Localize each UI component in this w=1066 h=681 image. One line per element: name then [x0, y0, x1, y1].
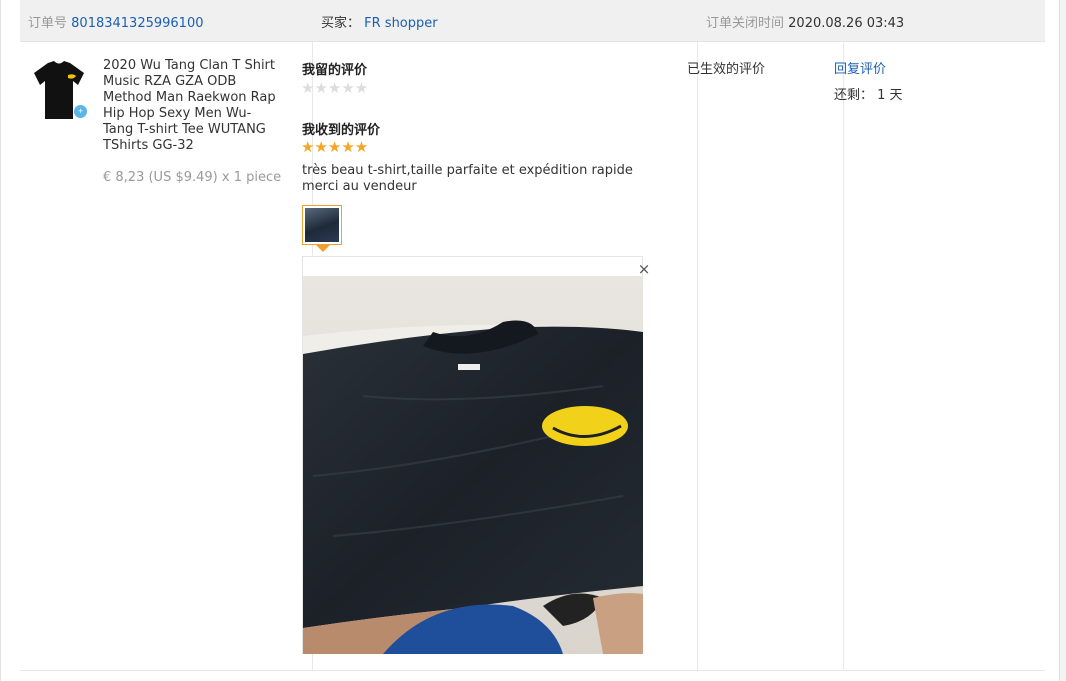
- remaining-time: 还剩： 1 天: [834, 88, 903, 103]
- feedback-page: 订单号 8018341325996100 买家： FR shopper 订单关闭…: [0, 0, 1066, 681]
- buyer-group: 买家： FR shopper: [321, 12, 438, 31]
- order-number-label: 订单号: [28, 16, 68, 31]
- my-feedback-heading: 我留的评价: [302, 63, 368, 78]
- product-price: € 8,23 (US $9.49) x 1 piece: [103, 170, 282, 185]
- scrollbar-track[interactable]: [1059, 0, 1066, 681]
- order-closed-group: 订单关闭时间 2020.08.26 03:43: [706, 12, 904, 31]
- received-rating-stars: ★★★★★: [301, 138, 369, 156]
- order-header: 订单号 8018341325996100 买家： FR shopper 订单关闭…: [20, 0, 1045, 42]
- thumbnail-pointer-icon: [316, 245, 330, 252]
- reply-feedback-link[interactable]: 回复评价: [834, 58, 886, 77]
- review-photo-image[interactable]: [303, 276, 643, 654]
- received-feedback-heading: 我收到的评价: [302, 123, 381, 138]
- frame-border-left: [0, 0, 1, 681]
- row-bottom-border: [20, 670, 1045, 671]
- order-closed-time: 2020.08.26 03:43: [788, 16, 905, 31]
- order-number-link[interactable]: 8018341325996100: [71, 16, 203, 31]
- product-title[interactable]: 2020 Wu Tang Clan T Shirt Music RZA GZA …: [103, 58, 278, 154]
- buyer-label: 买家：: [321, 16, 361, 31]
- review-text: très beau t-shirt,taille parfaite et exp…: [302, 163, 633, 194]
- order-closed-label: 订单关闭时间: [706, 16, 785, 31]
- my-rating-stars: ★★★★★: [301, 79, 369, 97]
- review-photo-thumb-image: [305, 208, 339, 242]
- order-row: + 2020 Wu Tang Clan T Shirt Music RZA GZ…: [20, 42, 1045, 670]
- order-number-group: 订单号 8018341325996100: [28, 12, 204, 31]
- feedback-status: 已生效的评价: [687, 62, 766, 77]
- zoom-badge-icon[interactable]: +: [73, 104, 88, 119]
- review-photo-thumbnail[interactable]: [302, 205, 342, 245]
- buyer-link[interactable]: FR shopper: [364, 16, 437, 31]
